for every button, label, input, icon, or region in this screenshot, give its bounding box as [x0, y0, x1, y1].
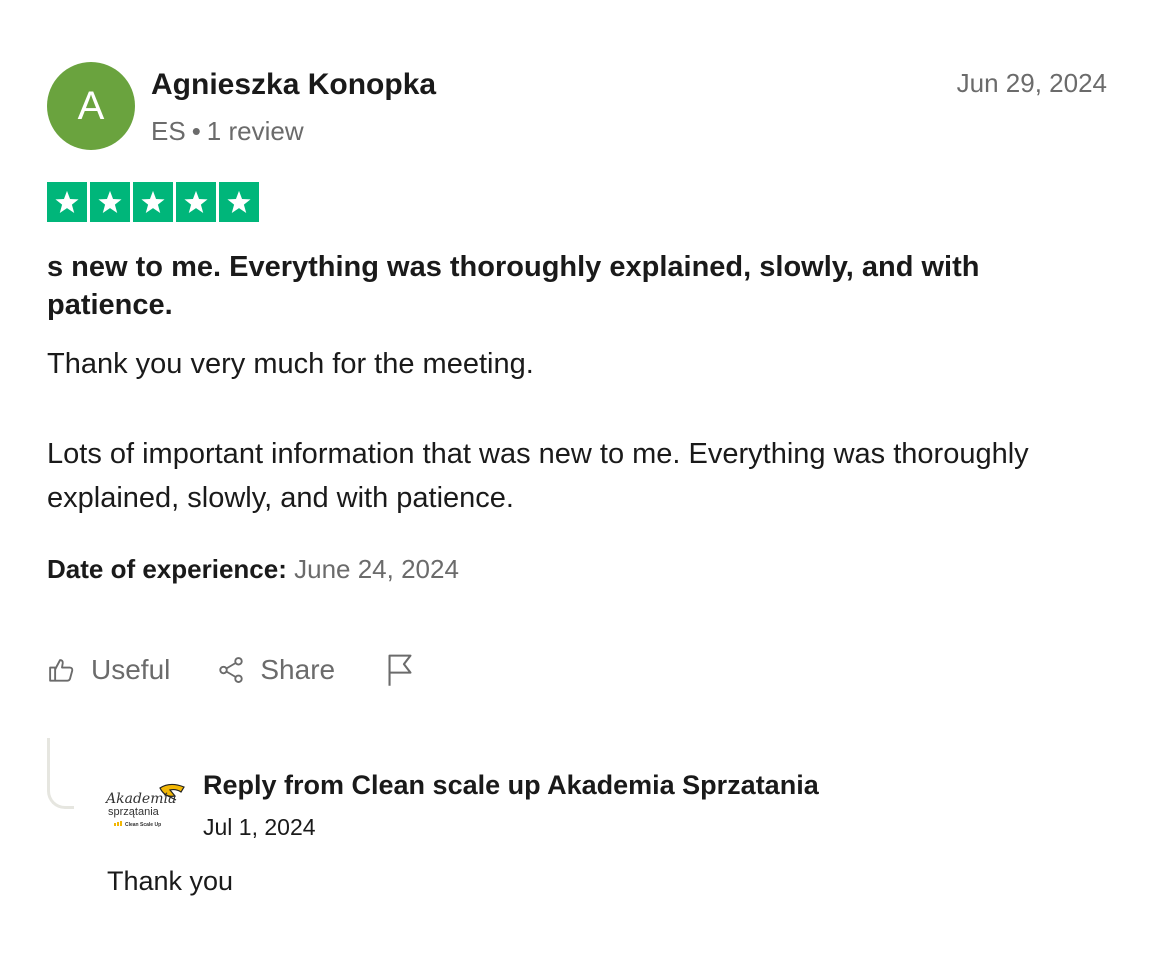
author-meta: ES • 1 review — [151, 116, 304, 147]
logo-word: sprzątania — [108, 806, 160, 818]
experience-label: Date of experience: — [47, 554, 287, 584]
review-count: 1 review — [206, 116, 304, 146]
logo-script: Akademia — [104, 791, 176, 807]
experience-date: June 24, 2024 — [294, 554, 459, 584]
author-country: ES — [151, 116, 186, 146]
logo-tagline: Clean Scale Up — [125, 822, 161, 828]
flag-icon — [388, 654, 412, 686]
review-paragraph: Lots of important information that was n… — [47, 438, 1029, 514]
review-date: Jun 29, 2024 — [956, 68, 1107, 98]
share-icon — [219, 657, 244, 683]
reply-title: Reply from Clean scale up Akademia Sprza… — [203, 770, 819, 800]
review-body: Thank you very much for the meeting. Lot… — [47, 342, 1087, 520]
thumbs-up-icon — [49, 659, 74, 682]
share-label: Share — [260, 654, 336, 685]
date-of-experience: Date of experience: June 24, 2024 — [47, 554, 459, 585]
meta-separator: • — [191, 116, 201, 146]
company-logo[interactable]: Akademia sprzątania Clean Scale Up — [104, 778, 190, 834]
star-icon — [47, 182, 87, 222]
review-header: A Agnieszka Konopka ES • 1 review Jun 29, … — [47, 62, 1107, 152]
star-icon — [133, 182, 173, 222]
author-name[interactable]: Agnieszka Konopka — [151, 68, 436, 102]
reply-date: Jul 1, 2024 — [203, 814, 316, 840]
star-icon — [219, 182, 259, 222]
avatar[interactable]: A — [47, 62, 135, 150]
review-actions: Useful Share — [47, 650, 415, 690]
review-title: s new to me. Everything was thoroughly e… — [47, 251, 980, 321]
review-card: A Agnieszka Konopka ES • 1 review Jun 29, … — [47, 62, 1107, 686]
review-paragraph: Thank you very much for the meeting. — [47, 348, 534, 380]
useful-label: Useful — [91, 654, 171, 685]
reply-text: Thank you — [107, 866, 234, 896]
star-rating — [47, 182, 259, 222]
star-icon — [176, 182, 216, 222]
report-button[interactable] — [385, 653, 415, 687]
useful-button[interactable]: Useful — [47, 654, 170, 686]
reply-connector — [47, 738, 74, 809]
share-button[interactable]: Share — [216, 654, 335, 686]
star-icon — [90, 182, 130, 222]
